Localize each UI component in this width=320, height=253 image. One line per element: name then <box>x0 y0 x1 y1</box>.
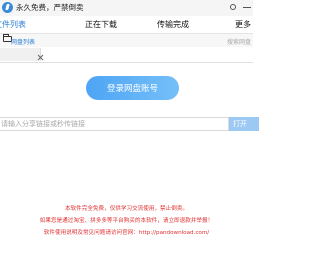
path-breadcrumb[interactable]: 网盘列表 <box>11 37 35 46</box>
share-link-input[interactable] <box>0 117 229 131</box>
tab-downloading[interactable]: 正在下载 <box>85 19 117 30</box>
main-tabs: 文件列表 正在下载 传输完成 更多 <box>0 16 253 34</box>
app-logo-icon <box>2 2 13 13</box>
notice-line-1: 本软件完全免费，仅供学习交流使用，禁止倒卖。 <box>64 206 189 212</box>
notice-line-3: 软件使用说明及常见问题请访问官网：http://pandownload.com/ <box>43 230 210 236</box>
title-bar: 永久免费，严禁倒卖 <box>0 0 253 16</box>
open-link-button[interactable]: 打开 <box>229 117 259 131</box>
search-hint[interactable]: 搜索网盘 <box>227 37 251 46</box>
tab-file-list[interactable]: 文件列表 <box>0 19 26 30</box>
settings-icon[interactable] <box>227 1 239 13</box>
window-title: 永久免费，严禁倒卖 <box>16 3 84 12</box>
login-button[interactable]: 登录网盘账号 <box>86 76 179 100</box>
close-icon[interactable] <box>37 54 43 60</box>
path-toolbar: 网盘列表 搜索网盘 <box>0 34 253 47</box>
minimize-icon[interactable] <box>241 1 253 13</box>
divider <box>0 62 253 63</box>
tab-more[interactable]: 更多 <box>235 19 251 30</box>
notice-line-2: 如果您是通过淘宝、拼多多等平台购买的本软件，请立即退款并举报！ <box>39 218 214 224</box>
tab-completed[interactable]: 传输完成 <box>157 19 189 30</box>
file-subtab[interactable] <box>0 48 41 61</box>
